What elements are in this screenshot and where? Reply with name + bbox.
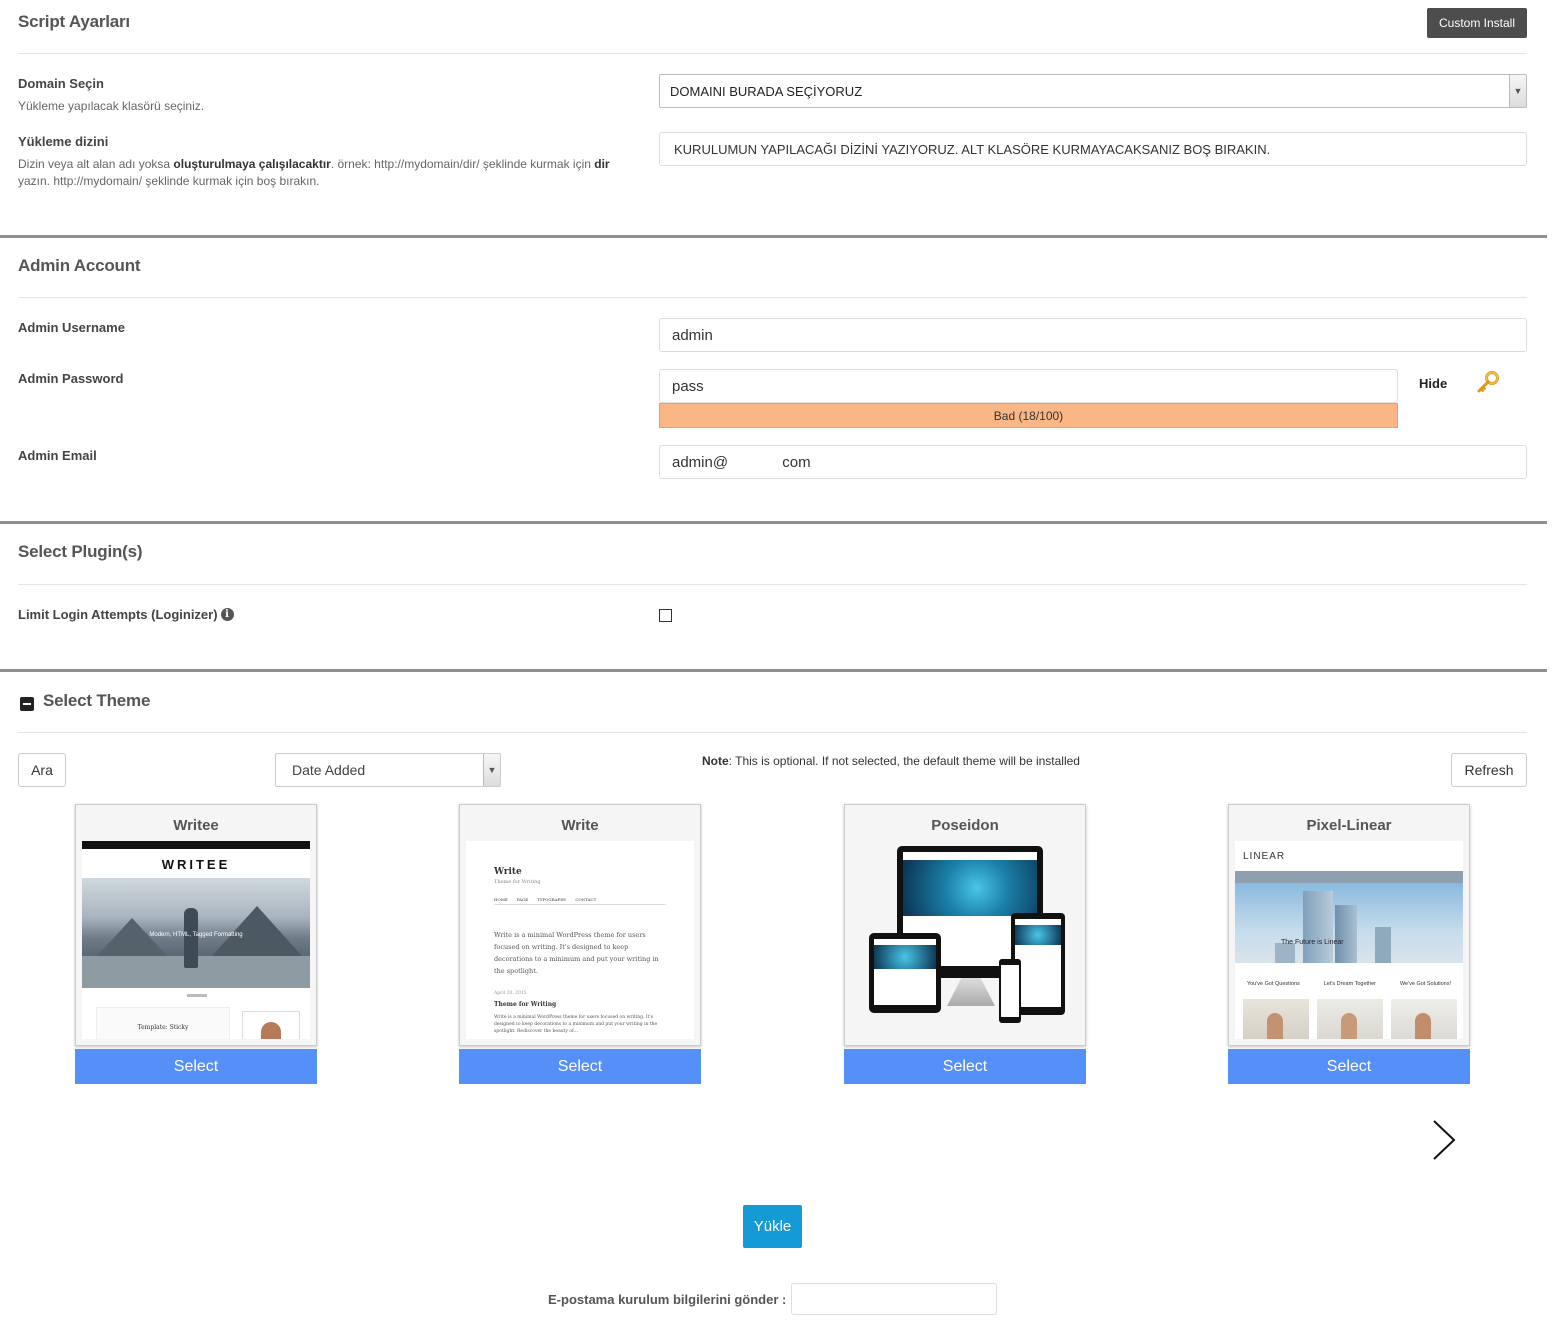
install-dir-hint: Dizin veya alt alan adı yoksa oluşturulm… <box>18 157 610 188</box>
admin-email-input[interactable]: admin@ com <box>659 445 1527 479</box>
theme-name: Write <box>561 817 599 834</box>
divider <box>18 53 1527 54</box>
section-title-plugins: Select Plugin(s) <box>18 542 143 561</box>
info-icon[interactable]: i <box>220 608 234 621</box>
divider <box>18 732 1527 733</box>
theme-card-write[interactable]: Write Write Theme for Writing HOME PAGE … <box>459 804 701 1046</box>
theme-refresh-button[interactable]: Refresh <box>1451 753 1527 787</box>
divider <box>18 584 1527 585</box>
password-strength-meter: Bad (18/100) <box>659 403 1398 428</box>
hide-password-link[interactable]: Hide <box>1419 376 1447 391</box>
password-strength-text: Bad (18/100) <box>993 408 1064 423</box>
section-title-theme: Select Theme <box>43 691 151 710</box>
install-dir-input[interactable]: KURULUMUN YAPILACAĞI DİZİNİ YAZIYORUZ. A… <box>659 132 1527 166</box>
chevron-down-icon: ▼ <box>483 754 500 786</box>
theme-name: Writee <box>173 817 219 834</box>
admin-email-label: Admin Email <box>18 448 97 463</box>
loginizer-checkbox[interactable] <box>659 609 672 622</box>
theme-card-poseidon[interactable]: Poseidon <box>844 804 1086 1046</box>
section-separator <box>0 669 1547 672</box>
theme-select-button-pixel-linear[interactable]: Select <box>1228 1049 1470 1084</box>
key-icon[interactable] <box>1475 370 1501 396</box>
loginizer-label: Limit Login Attempts (Loginizer) i <box>18 607 234 622</box>
theme-sort-select[interactable]: Date Added ▼ <box>275 753 501 787</box>
theme-name: Poseidon <box>931 817 999 834</box>
theme-name: Pixel-Linear <box>1306 817 1392 834</box>
chevron-down-icon: ▼ <box>1509 75 1526 107</box>
admin-username-input[interactable]: admin <box>659 318 1527 352</box>
theme-select-button-write[interactable]: Select <box>459 1049 701 1084</box>
admin-password-label: Admin Password <box>18 371 124 386</box>
section-title-admin-account: Admin Account <box>18 256 141 275</box>
theme-preview-writee: WRITEE Modern, HTML, Tagged Formatting T… <box>82 841 310 1039</box>
theme-preview-poseidon <box>851 841 1079 1039</box>
install-button[interactable]: Yükle <box>743 1205 802 1248</box>
theme-select-button-writee[interactable]: Select <box>75 1049 317 1084</box>
section-separator <box>0 235 1547 238</box>
custom-install-button[interactable]: Custom Install <box>1427 8 1527 38</box>
theme-sort-value: Date Added <box>292 762 366 778</box>
theme-card-writee[interactable]: Writee WRITEE Modern, HTML, Tagged Forma… <box>75 804 317 1046</box>
admin-password-input[interactable]: pass <box>659 369 1398 403</box>
domain-label: Domain Seçin <box>18 76 104 91</box>
admin-username-label: Admin Username <box>18 320 125 335</box>
domain-select[interactable]: DOMAINI BURADA SEÇİYORUZ ▼ <box>659 74 1527 108</box>
domain-hint: Yükleme yapılacak klasörü seçiniz. <box>18 99 205 113</box>
theme-preview-pixel-linear: LINEAR The Future is Linear You've Got Q… <box>1235 841 1463 1039</box>
collapse-icon[interactable] <box>20 697 34 711</box>
divider <box>18 297 1527 298</box>
section-separator <box>0 521 1547 524</box>
theme-card-pixel-linear[interactable]: Pixel-Linear LINEAR The Future is Linear… <box>1228 804 1470 1046</box>
install-dir-label: Yükleme dizini <box>18 134 109 149</box>
chevron-right-icon[interactable] <box>1428 1118 1460 1162</box>
theme-select-button-poseidon[interactable]: Select <box>844 1049 1086 1084</box>
theme-preview-write: Write Theme for Writing HOME PAGE TYPOGR… <box>466 841 694 1039</box>
theme-note: Note: This is optional. If not selected,… <box>702 754 1080 768</box>
theme-search-button[interactable]: Ara <box>18 753 66 787</box>
section-title-script-settings: Script Ayarları <box>18 12 130 31</box>
loginizer-label-text: Limit Login Attempts (Loginizer) <box>18 607 218 622</box>
email-info-input[interactable] <box>791 1283 997 1315</box>
email-info-label: E-postama kurulum bilgilerini gönder : <box>548 1292 787 1307</box>
domain-select-value: DOMAINI BURADA SEÇİYORUZ <box>670 83 863 99</box>
